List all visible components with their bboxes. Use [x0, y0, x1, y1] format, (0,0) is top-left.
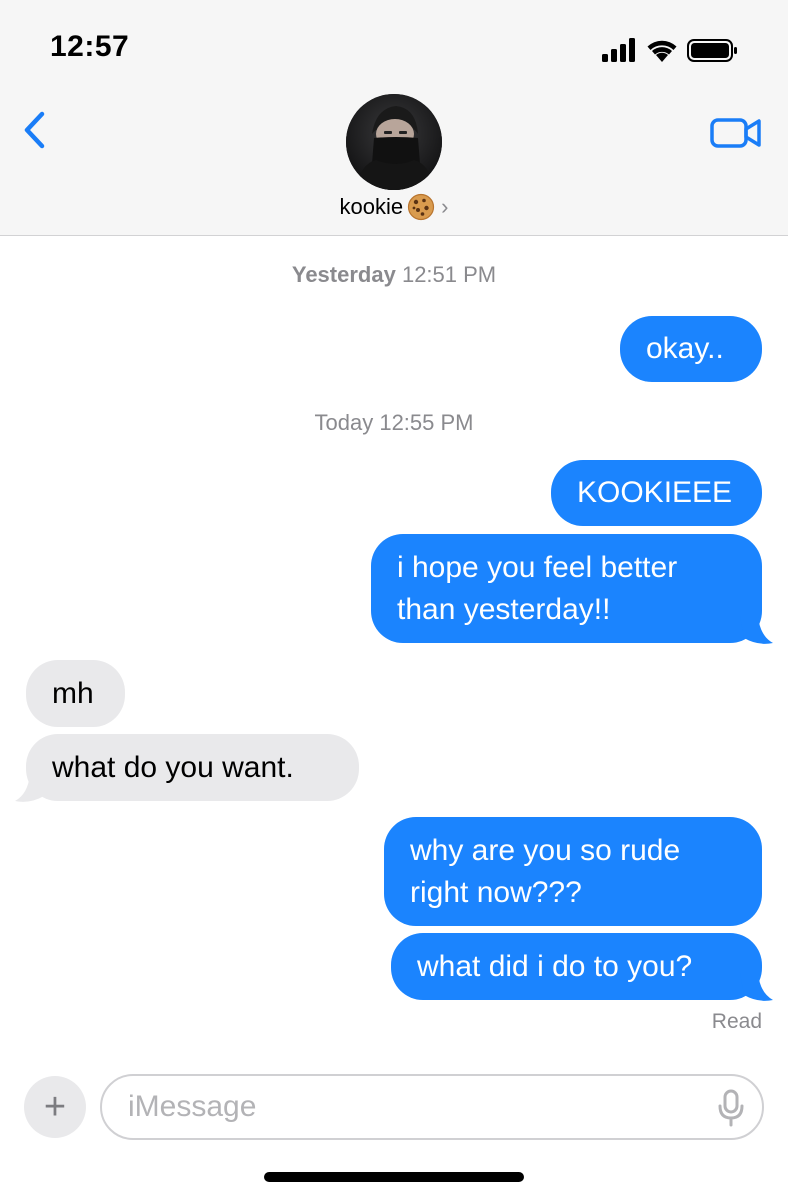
bubble-tail [740, 616, 773, 644]
apps-plus-button[interactable]: + [24, 1076, 86, 1138]
timestamp-yesterday: Yesterday 12:51 PM [0, 262, 788, 288]
message-text: mh [52, 676, 94, 710]
message-line: right now??? [410, 875, 582, 909]
message-bubble-sent[interactable]: what did i do to you? [391, 933, 762, 1000]
imessage-input[interactable] [128, 1076, 708, 1138]
facetime-button[interactable] [708, 114, 764, 152]
message-bubble-sent[interactable]: okay.. [620, 316, 762, 382]
timestamp-today: Today 12:55 PM [0, 410, 788, 436]
message-composer[interactable] [100, 1074, 764, 1140]
message-bubble-sent[interactable]: i hope you feel better than yesterday!! [371, 534, 762, 643]
message-bubble-received[interactable]: what do you want. [26, 734, 359, 801]
dictation-button[interactable] [716, 1088, 746, 1128]
message-text: what do you want. [52, 750, 294, 784]
read-receipt: Read [711, 1010, 762, 1033]
bubble-tail [740, 973, 773, 1001]
conversation-header: 12:57 kookie › [0, 0, 788, 236]
video-camera-icon [710, 118, 761, 148]
timestamp-day: Today [314, 410, 374, 435]
plus-icon: + [43, 1085, 67, 1128]
cookie-icon [408, 193, 435, 221]
cellular-signal-icon [602, 38, 635, 62]
contact-name: kookie [339, 194, 404, 219]
message-text: what did i do to you? [417, 949, 693, 983]
timestamp-time: 12:51 PM [401, 262, 497, 287]
battery-icon [687, 39, 737, 62]
status-time: 12:57 [50, 30, 130, 63]
message-bubble-sent[interactable]: why are you so rude right now??? [384, 817, 762, 926]
back-button[interactable] [18, 108, 58, 152]
contact-name-button[interactable]: kookie › [0, 190, 788, 224]
contact-avatar[interactable] [346, 94, 442, 190]
message-text: KOOKIEEE [577, 476, 733, 509]
timestamp-time: 12:55 PM [379, 410, 474, 435]
message-text: okay.. [646, 332, 724, 365]
timestamp-day: Yesterday [291, 262, 396, 287]
wifi-icon [647, 40, 677, 62]
microphone-icon [718, 1089, 744, 1127]
message-line: i hope you feel better [397, 550, 678, 584]
bubble-tail [15, 774, 48, 802]
chevron-right-icon: › [441, 194, 449, 219]
message-bubble-received[interactable]: mh [26, 660, 125, 727]
message-line: why are you so rude [410, 833, 681, 867]
chevron-left-icon [24, 111, 45, 149]
status-icons [602, 38, 737, 62]
home-indicator[interactable] [264, 1172, 524, 1182]
message-bubble-sent[interactable]: KOOKIEEE [551, 460, 762, 526]
message-line: than yesterday!! [397, 592, 611, 626]
